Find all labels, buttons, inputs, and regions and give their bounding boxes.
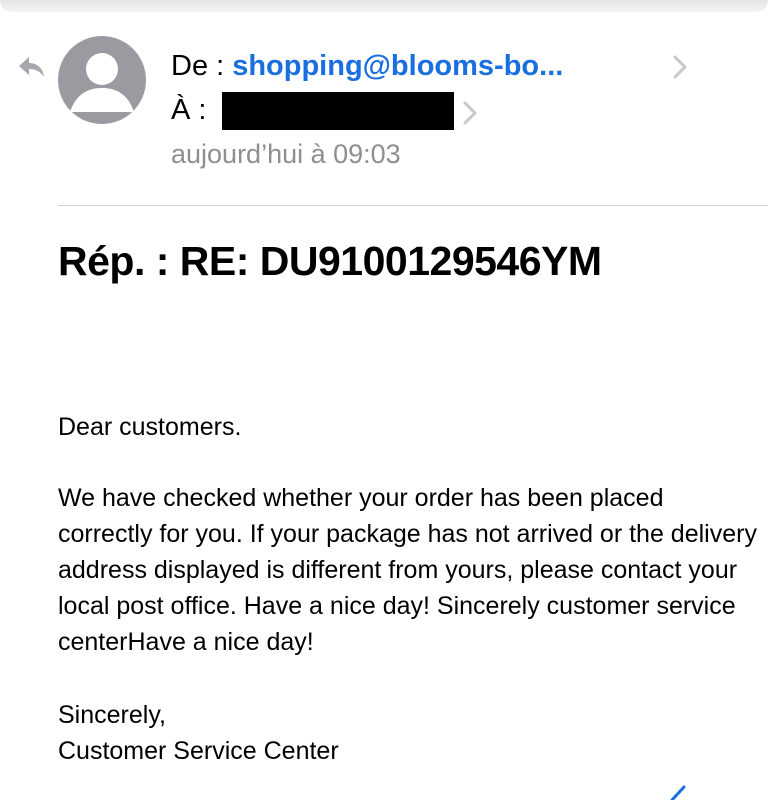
sender-address[interactable]: shopping@blooms-bo...: [232, 50, 563, 82]
to-label: À :: [171, 94, 207, 126]
person-icon: [70, 53, 134, 112]
email-signature: Customer Service Center: [58, 737, 339, 765]
from-row: De : shopping@blooms-bo...: [171, 48, 563, 84]
chevron-right-icon[interactable]: [462, 100, 478, 126]
header-divider: [58, 205, 768, 206]
email-date: aujourd’hui à 09:03: [171, 139, 401, 169]
reply-arrow-icon: [19, 57, 44, 77]
top-edge: [0, 0, 768, 12]
compose-icon[interactable]: [650, 784, 690, 800]
email-subject: Rép. : RE: DU9100129546YM: [58, 238, 602, 284]
email-greeting: Dear customers.: [58, 413, 242, 441]
to-row: À :: [171, 92, 206, 128]
email-body-paragraph: We have checked whether your order has b…: [58, 484, 757, 656]
chevron-right-icon[interactable]: [672, 54, 688, 80]
from-label: De :: [171, 50, 225, 82]
email-signoff: Sincerely,: [58, 701, 166, 729]
redacted-recipient: [222, 92, 454, 130]
sender-avatar[interactable]: [58, 36, 146, 124]
